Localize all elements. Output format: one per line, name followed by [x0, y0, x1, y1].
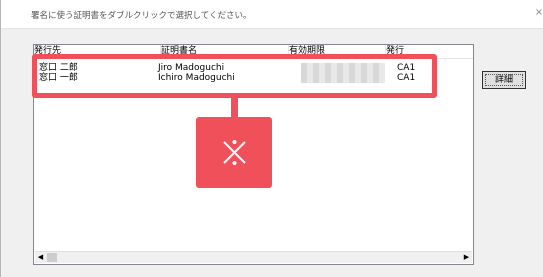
- scroll-right-icon[interactable]: ▶: [461, 252, 472, 263]
- horizontal-scrollbar[interactable]: ◀ ▶: [35, 251, 472, 263]
- annotation-connector: [231, 98, 238, 117]
- x-mark-icon: [223, 140, 246, 165]
- details-button[interactable]: 詳細: [482, 71, 526, 89]
- instruction-text: 署名に使う証明書をダブルクリックで選択してください。: [31, 11, 252, 21]
- close-icon[interactable]: ×: [534, 6, 543, 20]
- dialog-header: 署名に使う証明書をダブルクリックで選択してください。 ×: [1, 0, 543, 29]
- scroll-thumb[interactable]: [47, 253, 57, 262]
- certificate-select-dialog: 署名に使う証明書をダブルクリックで選択してください。 × 発行先 証明書名 有効…: [0, 0, 543, 277]
- scroll-left-icon[interactable]: ◀: [35, 252, 46, 263]
- annotation-marker: [196, 117, 272, 188]
- annotation-highlight-box: [32, 54, 437, 98]
